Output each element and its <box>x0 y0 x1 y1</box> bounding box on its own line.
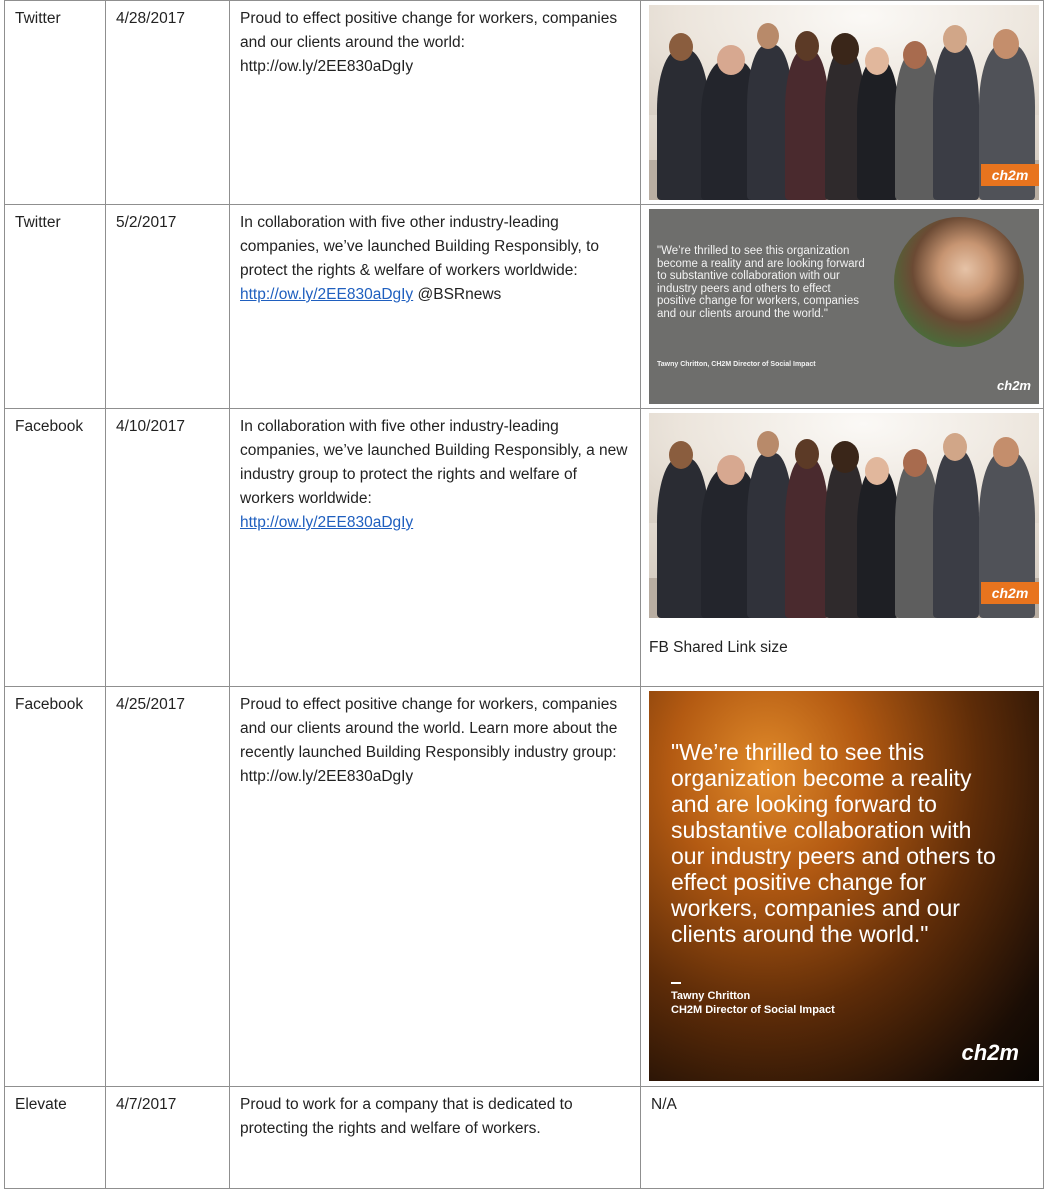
visual-cell: ch2m <box>640 0 1044 205</box>
quote-card-image: "We’re thrilled to see this organization… <box>649 209 1039 404</box>
table-row: Twitter 4/28/2017 Proud to effect positi… <box>4 0 1044 205</box>
ch2m-logo: ch2m <box>981 582 1039 604</box>
visual-cell: "We’re thrilled to see this organization… <box>640 204 1044 409</box>
quote-attribution: Tawny Chritton, CH2M Director of Social … <box>657 361 816 368</box>
platform-cell: Twitter <box>4 0 106 205</box>
post-link[interactable]: http://ow.ly/2EE830aDgIy <box>240 286 413 303</box>
image-caption: FB Shared Link size <box>649 639 788 656</box>
social-posts-table: Twitter 4/28/2017 Proud to effect positi… <box>4 0 1044 1189</box>
platform-cell: Facebook <box>4 686 106 1087</box>
quote-text: "We’re thrilled to see this organization… <box>671 739 996 947</box>
visual-cell: ch2m FB Shared Link size <box>640 408 1044 687</box>
platform-cell: Twitter <box>4 204 106 409</box>
platform-cell: Facebook <box>4 408 106 687</box>
quote-title: CH2M Director of Social Impact <box>671 1004 835 1016</box>
date-cell: 5/2/2017 <box>105 204 230 409</box>
table-row: Twitter 5/2/2017 In collaboration with f… <box>4 204 1044 409</box>
quote-attribution: Tawny Chritton CH2M Director of Social I… <box>671 989 835 1017</box>
platform-cell: Elevate <box>4 1086 106 1189</box>
group-photo-image: ch2m <box>649 5 1039 200</box>
group-photo-image: ch2m <box>649 413 1039 618</box>
ch2m-logo: ch2m <box>961 1040 1019 1065</box>
post-link[interactable]: http://ow.ly/2EE830aDgIy <box>240 514 413 531</box>
date-cell: 4/7/2017 <box>105 1086 230 1189</box>
date-cell: 4/28/2017 <box>105 0 230 205</box>
post-text: In collaboration with five other industr… <box>240 418 628 507</box>
date-cell: 4/25/2017 <box>105 686 230 1087</box>
table-row: Facebook 4/25/2017 Proud to effect posit… <box>4 686 1044 1087</box>
portrait-photo <box>894 217 1024 347</box>
visual-cell: "We’re thrilled to see this organization… <box>640 686 1044 1087</box>
date-cell: 4/10/2017 <box>105 408 230 687</box>
quote-name: Tawny Chritton <box>671 990 751 1002</box>
ch2m-logo: ch2m <box>981 164 1039 186</box>
post-text-cell: In collaboration with five other industr… <box>229 204 641 409</box>
post-text-cell: Proud to effect positive change for work… <box>229 686 641 1087</box>
mention-text: @BSRnews <box>413 286 502 303</box>
table-row: Elevate 4/7/2017 Proud to work for a com… <box>4 1086 1044 1189</box>
table-row: Facebook 4/10/2017 In collaboration with… <box>4 408 1044 687</box>
post-text-cell: In collaboration with five other industr… <box>229 408 641 687</box>
post-text: In collaboration with five other industr… <box>240 214 600 279</box>
post-text-cell: Proud to effect positive change for work… <box>229 0 641 205</box>
visual-cell: N/A <box>640 1086 1044 1189</box>
post-text-cell: Proud to work for a company that is dedi… <box>229 1086 641 1189</box>
quote-card-image: "We’re thrilled to see this organization… <box>649 691 1039 1081</box>
ch2m-logo: ch2m <box>997 378 1031 393</box>
quote-text: "We’re thrilled to see this organization… <box>657 245 865 320</box>
